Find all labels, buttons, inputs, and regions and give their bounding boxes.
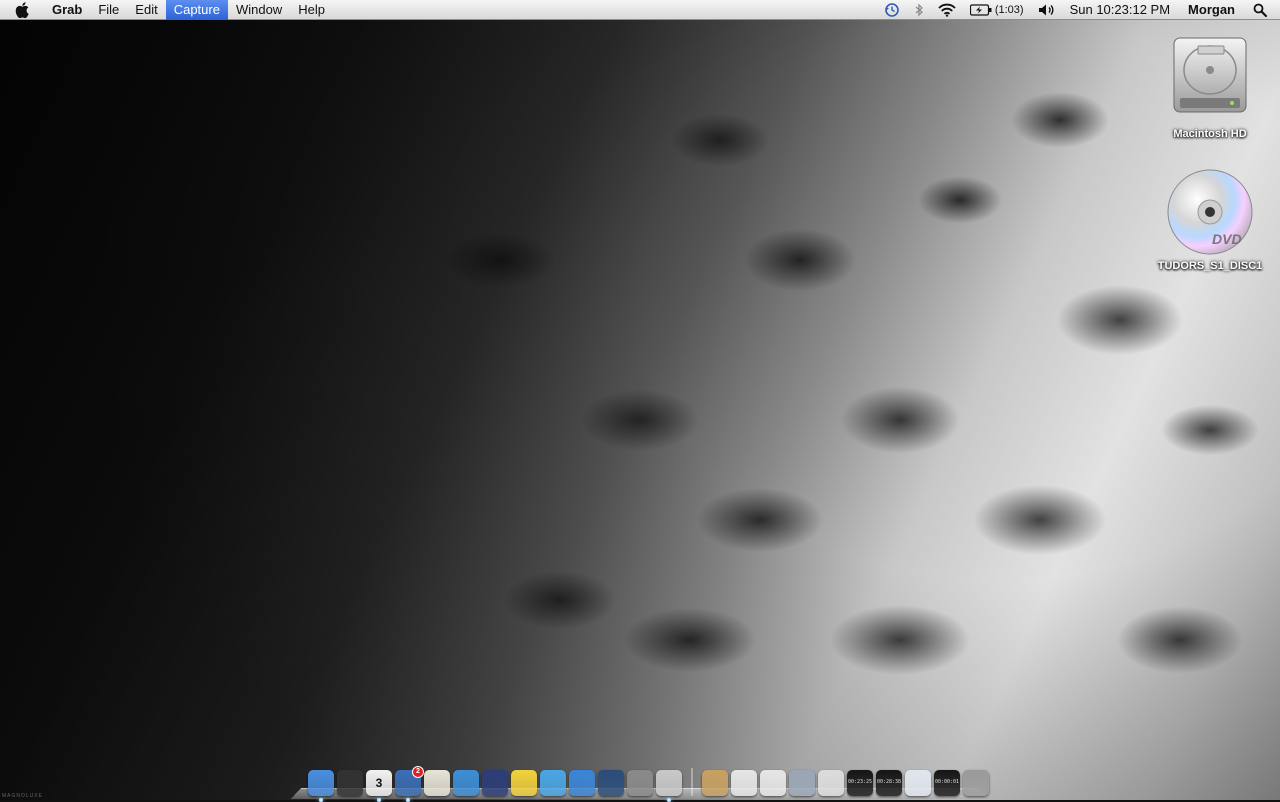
- menu-help[interactable]: Help: [290, 0, 333, 20]
- wifi-icon[interactable]: [931, 0, 963, 20]
- menu-edit[interactable]: Edit: [127, 0, 165, 20]
- hard-drive-icon: [1173, 37, 1247, 113]
- menu-window[interactable]: Window: [228, 0, 290, 20]
- grab-icon[interactable]: [656, 770, 682, 802]
- dvd-icon: DVD: [1167, 169, 1253, 255]
- svg-text:DVD: DVD: [1212, 231, 1242, 247]
- dock-running-indicator: [406, 798, 410, 802]
- menu-capture[interactable]: Capture: [165, 0, 228, 20]
- xcode-icon[interactable]: [482, 770, 508, 796]
- app-menu-grab[interactable]: Grab: [44, 0, 90, 20]
- desktop-icon-label: Macintosh HD: [1173, 128, 1247, 140]
- menu-bar-status-area: (1:03) Sun 10:23:12 PM Morgan: [877, 0, 1280, 20]
- time-machine-icon[interactable]: [877, 0, 907, 20]
- battery-time-remaining: (1:03): [994, 3, 1024, 16]
- spotlight-search-icon[interactable]: [1246, 0, 1274, 20]
- volume-icon[interactable]: [1031, 0, 1063, 20]
- timer-window-icon[interactable]: 00:28:38: [876, 770, 902, 796]
- timer-thumbnail-text: 00:23:25: [847, 779, 873, 785]
- dock-running-indicator: [667, 798, 671, 802]
- dock-items: 3 2 00:23:25 00:28:38 00:00:01: [308, 766, 989, 802]
- ichat-icon[interactable]: [569, 770, 595, 796]
- dock-badge: 2: [412, 766, 424, 778]
- trash-icon[interactable]: [963, 770, 989, 796]
- textedit-icon[interactable]: [424, 770, 450, 796]
- menu-file[interactable]: File: [90, 0, 127, 20]
- wallpaper-watermark: MAGNOLUXE: [2, 793, 43, 799]
- timer-thumbnail-text: 00:00:01: [934, 779, 960, 785]
- safari-icon[interactable]: [453, 770, 479, 796]
- document-icon[interactable]: [731, 770, 757, 796]
- calendar-date-text: 3: [375, 776, 383, 790]
- wallpaper-vignette: [0, 0, 1280, 800]
- bluetooth-icon[interactable]: [907, 0, 931, 20]
- dock-separator[interactable]: [691, 768, 693, 796]
- fast-user-switching-menu[interactable]: Morgan: [1177, 0, 1246, 20]
- desktop-icon-label: TUDORS_S1_DISC1: [1157, 260, 1263, 272]
- battery-icon: [969, 3, 992, 16]
- desktop-icon-macintosh-hd[interactable]: Macintosh HD: [1155, 32, 1265, 140]
- menu-bar: Grab File Edit Capture Window Help (1:03…: [0, 0, 1280, 20]
- folder-stack-icon[interactable]: [702, 770, 728, 796]
- menu-bar-clock[interactable]: Sun 10:23:12 PM: [1063, 0, 1177, 20]
- timer-thumbnail-text: 00:28:38: [876, 779, 902, 785]
- finder-icon[interactable]: [308, 770, 334, 802]
- itunes-icon[interactable]: [540, 770, 566, 796]
- dock: 3 2 00:23:25 00:28:38 00:00:01: [290, 760, 990, 802]
- dock-running-indicator: [377, 798, 381, 802]
- mail-icon[interactable]: 2: [395, 766, 424, 802]
- system-preferences-icon[interactable]: [627, 770, 653, 796]
- spaces-icon[interactable]: [598, 770, 624, 796]
- battery-status[interactable]: (1:03): [963, 0, 1031, 20]
- desktop-icon-dvd[interactable]: DVD TUDORS_S1_DISC1: [1155, 168, 1265, 272]
- window-thumbnail-icon[interactable]: [789, 770, 815, 796]
- window-thumbnail-icon[interactable]: [818, 770, 844, 796]
- window-thumbnail-icon[interactable]: [905, 770, 931, 796]
- timer-window-icon[interactable]: 00:00:01: [934, 770, 960, 796]
- ical-icon[interactable]: 3: [366, 770, 392, 802]
- document-icon[interactable]: [760, 770, 786, 796]
- dashboard-icon[interactable]: [337, 770, 363, 796]
- timer-window-icon[interactable]: 00:23:25: [847, 770, 873, 796]
- apple-menu-icon[interactable]: [0, 0, 44, 20]
- dock-running-indicator: [319, 798, 323, 802]
- menu-bar-left: Grab File Edit Capture Window Help: [0, 0, 333, 20]
- stickies-icon[interactable]: [511, 770, 537, 796]
